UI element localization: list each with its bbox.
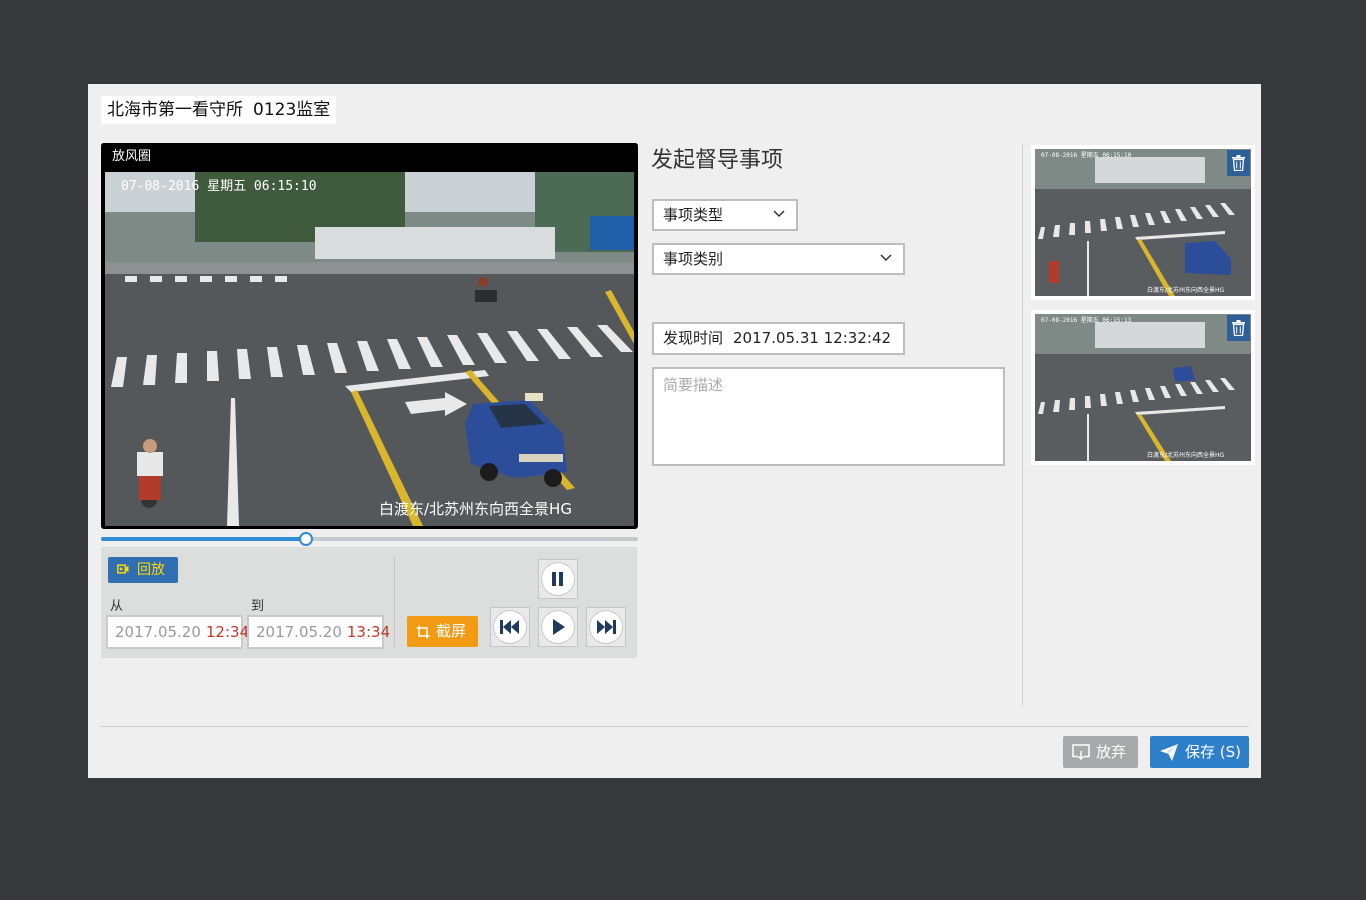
chevron-down-icon <box>880 254 892 262</box>
found-time-label: 发现时间 <box>663 329 724 347</box>
delete-snapshot-button[interactable] <box>1227 315 1250 341</box>
send-icon <box>1160 744 1178 761</box>
from-date: 2017.05.20 <box>115 623 201 641</box>
traffic-camera-image: 07-08-2016 星期五 06:15:10 白渡东/北苏州东向西全景HG <box>105 172 634 526</box>
video-frame: 07-08-2016 星期五 06:15:10 白渡东/北苏州东向西全景HG <box>105 172 634 526</box>
thumbnail-osd-timestamp: 07-08-2016 星期五 06:15:10 <box>1041 151 1132 159</box>
play-button[interactable] <box>538 607 578 647</box>
snapshot-thumbnail[interactable]: 07-08-2016 星期五 06:15:13 白渡东/北苏州东向西全景HG <box>1031 310 1255 465</box>
play-icon <box>553 619 565 635</box>
snapshot-thumbnail[interactable]: 07-08-2016 星期五 06:15:10 白渡东/北苏州东向西全景HG <box>1031 145 1255 300</box>
discard-icon <box>1072 744 1090 761</box>
item-category-select[interactable]: 事项类别 <box>652 243 905 275</box>
playback-controls: 回放 从 到 2017.05.20 12:34 2017.05.20 13:34 截… <box>101 547 637 658</box>
from-time-input[interactable]: 2017.05.20 12:34 <box>106 615 249 649</box>
found-time-value: 2017.05.31 12:32:42 <box>733 329 892 347</box>
discard-label: 放弃 <box>1096 743 1127 761</box>
rewind-icon <box>500 620 519 634</box>
video-player[interactable]: 放风圈 07-08-2016 星期五 06:15:10 白渡东/北苏州东向西全景… <box>101 143 638 529</box>
footer-divider <box>100 726 1249 727</box>
fast-forward-button[interactable] <box>586 607 626 647</box>
trash-icon <box>1232 155 1245 171</box>
discard-button[interactable]: 放弃 <box>1063 736 1138 768</box>
thumbnail-osd-caption: 白渡东/北苏州东向西全景HG <box>1147 286 1225 294</box>
video-channel-title: 放风圈 <box>101 143 638 171</box>
video-osd-caption: 白渡东/北苏州东向西全景HG <box>379 500 572 518</box>
snapshot-image: 07-08-2016 星期五 06:15:13 白渡东/北苏州东向西全景HG <box>1035 314 1251 461</box>
screenshot-button[interactable]: 截屏 <box>407 616 478 647</box>
camera-icon <box>117 564 129 574</box>
description-textarea[interactable] <box>652 367 1005 466</box>
item-type-value: 事项类型 <box>663 206 724 224</box>
facility-name: 北海市第一看守所 <box>107 100 243 120</box>
playback-progress-bar[interactable] <box>101 532 638 546</box>
room-name: 0123监室 <box>253 100 331 120</box>
thumbnail-osd-timestamp: 07-08-2016 星期五 06:15:13 <box>1041 316 1132 324</box>
trash-icon <box>1232 320 1245 336</box>
to-date: 2017.05.20 <box>256 623 342 641</box>
screenshot-label: 截屏 <box>436 622 467 640</box>
form-title: 发起督导事项 <box>651 148 784 173</box>
save-label: 保存 (S) <box>1185 743 1241 761</box>
replay-label: 回放 <box>137 562 165 578</box>
item-category-value: 事项类别 <box>663 250 724 268</box>
crop-icon <box>416 625 430 639</box>
from-time: 12:34 <box>205 623 250 641</box>
rewind-button[interactable] <box>490 607 530 647</box>
to-time: 13:34 <box>346 623 391 641</box>
thumbnail-osd-caption: 白渡东/北苏州东向西全景HG <box>1147 451 1225 459</box>
thumbnail-divider <box>1022 144 1023 706</box>
delete-snapshot-button[interactable] <box>1227 150 1250 176</box>
progress-fill <box>101 537 306 541</box>
location-header: 北海市第一看守所 0123监室 <box>101 96 337 124</box>
pause-icon <box>552 572 563 586</box>
controls-divider <box>394 557 395 647</box>
item-type-select[interactable]: 事项类型 <box>652 199 798 231</box>
chevron-down-icon <box>773 210 785 218</box>
from-label: 从 <box>110 599 124 614</box>
fast-forward-icon <box>597 620 616 634</box>
found-time-field[interactable]: 发现时间 2017.05.31 12:32:42 <box>652 322 905 355</box>
snapshot-image: 07-08-2016 星期五 06:15:10 白渡东/北苏州东向西全景HG <box>1035 149 1251 296</box>
replay-button[interactable]: 回放 <box>108 557 178 583</box>
supervision-dialog: 北海市第一看守所 0123监室 放风圈 07-08-2016 星期五 06:15… <box>88 84 1261 778</box>
to-label: 到 <box>251 599 265 614</box>
to-time-input[interactable]: 2017.05.20 13:34 <box>247 615 390 649</box>
pause-button[interactable] <box>538 559 578 599</box>
save-button[interactable]: 保存 (S) <box>1150 736 1249 768</box>
video-osd-timestamp: 07-08-2016 星期五 06:15:10 <box>121 179 317 194</box>
progress-handle[interactable] <box>299 532 314 546</box>
